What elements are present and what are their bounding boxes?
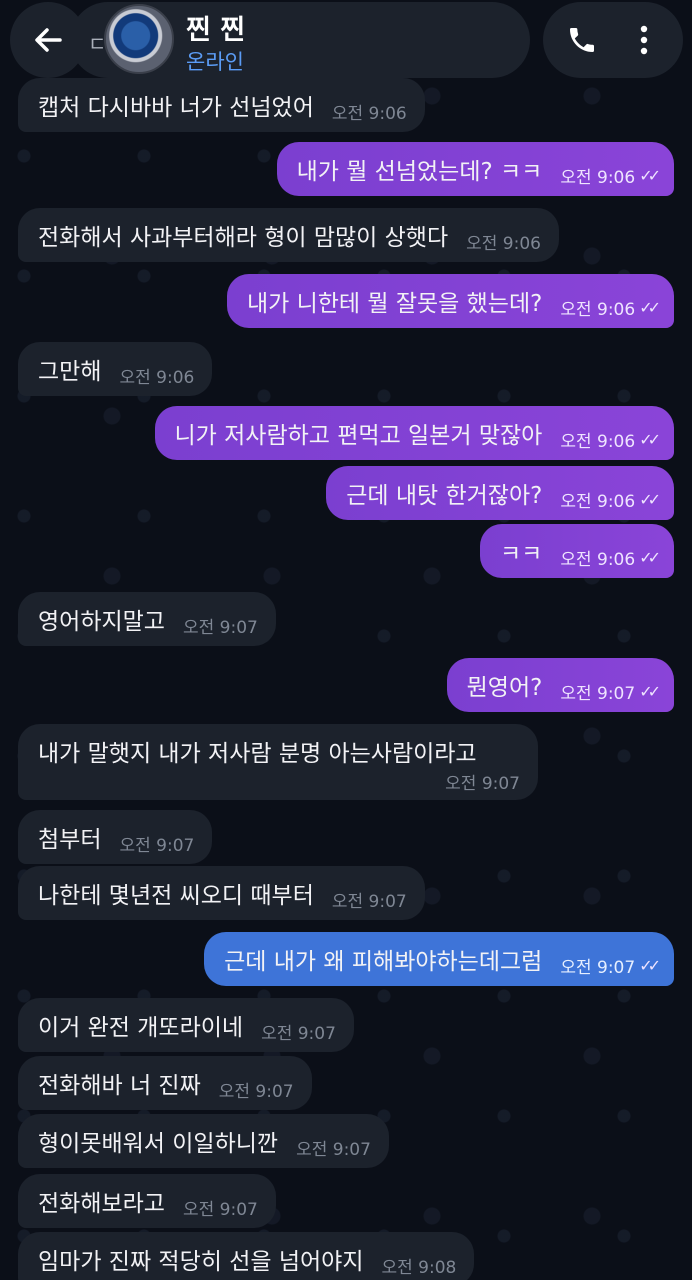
message-text: ㅋㅋ — [500, 541, 543, 567]
message-time: 오전 9:07 — [218, 1081, 294, 1102]
message-bubble-outgoing: 뭔영어? 오전 9:07 ✓✓ — [446, 658, 674, 712]
avatar[interactable] — [104, 4, 174, 74]
message-time: 오전 9:06 — [560, 431, 636, 452]
back-button[interactable] — [10, 2, 86, 78]
double-check-icon: ✓✓ — [639, 165, 661, 185]
message-text: 내가 뭘 선넘었는데? ㅋㅋ — [296, 159, 543, 185]
message-text: 내가 니한테 뭘 잘못을 했는데? — [246, 291, 543, 317]
message-time: 오전 9:07 — [119, 835, 195, 856]
message-time: 오전 9:07 — [182, 617, 258, 638]
message-time: 오전 9:06 — [331, 103, 407, 124]
message-text: 형이못배워서 이일하니깐 — [38, 1131, 279, 1157]
message-text: 근데 내탓 한거잖아? — [346, 483, 543, 509]
message-time: 오전 9:07 — [331, 891, 407, 912]
message-time: 오전 9:07 — [261, 1023, 336, 1044]
message-bubble-incoming: 첨부터 오전 9:07 — [18, 810, 213, 864]
message-bubble-outgoing: ㅋㅋ 오전 9:06 ✓✓ — [480, 524, 674, 578]
message-text: 나한테 몇년전 씨오디 때부터 — [38, 883, 314, 909]
message-time: 오전 9:06 — [560, 549, 636, 570]
message-time: 오전 9:07 — [560, 957, 636, 978]
message-bubble-outgoing: 니가 저사람하고 편먹고 일본거 맞잖아 오전 9:06 ✓✓ — [154, 406, 674, 460]
message-time: 오전 9:08 — [381, 1257, 457, 1278]
message-text: 근데 내가 왜 피해봐야하는데그럼 — [224, 949, 543, 975]
message-text: 니가 저사람하고 편먹고 일본거 맞잖아 — [174, 423, 543, 449]
arrow-left-icon — [35, 28, 62, 52]
message-text: 그만해 — [38, 359, 102, 385]
double-check-icon: ✓✓ — [639, 489, 661, 509]
message-time: 오전 9:06 — [560, 167, 636, 188]
message-text: 뭔영어? — [466, 675, 543, 701]
double-check-icon: ✓✓ — [639, 429, 661, 449]
more-vertical-icon — [640, 25, 648, 55]
message-text: 영어하지말고 — [38, 609, 165, 635]
message-text: 임마가 진짜 적당히 선을 넘어야지 — [38, 1249, 364, 1275]
message-time: 오전 9:07 — [445, 774, 520, 794]
message-bubble-outgoing: 내가 니한테 뭘 잘못을 했는데? 오전 9:06 ✓✓ — [226, 274, 674, 328]
message-text: 전화해보라고 — [38, 1191, 165, 1217]
message-text: 내가 말햇지 내가 저사람 분명 아는사람이라고 — [38, 741, 477, 767]
double-check-icon: ✓✓ — [639, 681, 661, 701]
message-bubble-outgoing: 근데 내가 왜 피해봐야하는데그럼 오전 9:07 ✓✓ — [204, 932, 674, 986]
contact-name[interactable]: 찐 찐 — [186, 8, 245, 47]
message-time: 오전 9:07 — [296, 1139, 371, 1160]
message-time: 오전 9:06 — [560, 299, 636, 320]
message-text: 이거 완전 개또라이네 — [38, 1015, 244, 1041]
message-list[interactable]: 캡처 다시바바 너가 선넘었어 오전 9:06 내가 뭘 선넘었는데? ㅋㅋ 오… — [0, 0, 692, 1280]
double-check-icon: ✓✓ — [639, 955, 661, 975]
message-text: 전화해서 사과부터해라 형이 맘많이 상햇다 — [38, 225, 449, 251]
message-bubble-outgoing: 근데 내탓 한거잖아? 오전 9:06 ✓✓ — [326, 466, 674, 520]
message-bubble-incoming: 이거 완전 개또라이네 오전 9:07 — [18, 998, 354, 1052]
contact-status: 온라인 — [186, 50, 244, 74]
double-check-icon: ✓✓ — [639, 547, 661, 567]
message-bubble-incoming: 임마가 진짜 적당히 선을 넘어야지 오전 9:08 — [18, 1232, 475, 1280]
message-bubble-incoming: 영어하지말고 오전 9:07 — [18, 592, 276, 646]
message-bubble-incoming: 내가 말햇지 내가 저사람 분명 아는사람이라고 오전 9:07 — [18, 724, 538, 800]
message-time: 오전 9:06 — [560, 491, 636, 512]
double-check-icon: ✓✓ — [639, 297, 661, 317]
message-bubble-incoming: 나한테 몇년전 씨오디 때부터 오전 9:07 — [18, 866, 425, 920]
message-bubble-incoming: 전화해바 너 진짜 오전 9:07 — [18, 1056, 312, 1110]
message-text: 첨부터 — [38, 827, 102, 853]
message-time: 오전 9:06 — [466, 233, 541, 254]
message-text: 전화해바 너 진짜 — [38, 1073, 201, 1099]
message-bubble-incoming: 형이못배워서 이일하니깐 오전 9:07 — [18, 1114, 389, 1168]
message-text: 캡처 다시바바 너가 선넘었어 — [38, 95, 314, 121]
message-bubble-outgoing: 내가 뭘 선넘었는데? ㅋㅋ 오전 9:06 ✓✓ — [276, 142, 674, 196]
message-time: 오전 9:06 — [119, 367, 195, 388]
message-bubble-incoming: 캡처 다시바바 너가 선넘었어 오전 9:06 — [18, 78, 425, 132]
message-bubble-incoming: 전화해서 사과부터해라 형이 맘많이 상햇다 오전 9:06 — [18, 208, 559, 262]
message-bubble-incoming: 전화해보라고 오전 9:07 — [18, 1174, 276, 1228]
message-bubble-incoming: 그만해 오전 9:06 — [18, 342, 213, 396]
call-button[interactable] — [560, 18, 604, 62]
message-time: 오전 9:07 — [560, 683, 636, 704]
phone-icon — [570, 28, 594, 52]
message-time: 오전 9:07 — [182, 1199, 258, 1220]
more-options-button[interactable] — [624, 18, 664, 62]
